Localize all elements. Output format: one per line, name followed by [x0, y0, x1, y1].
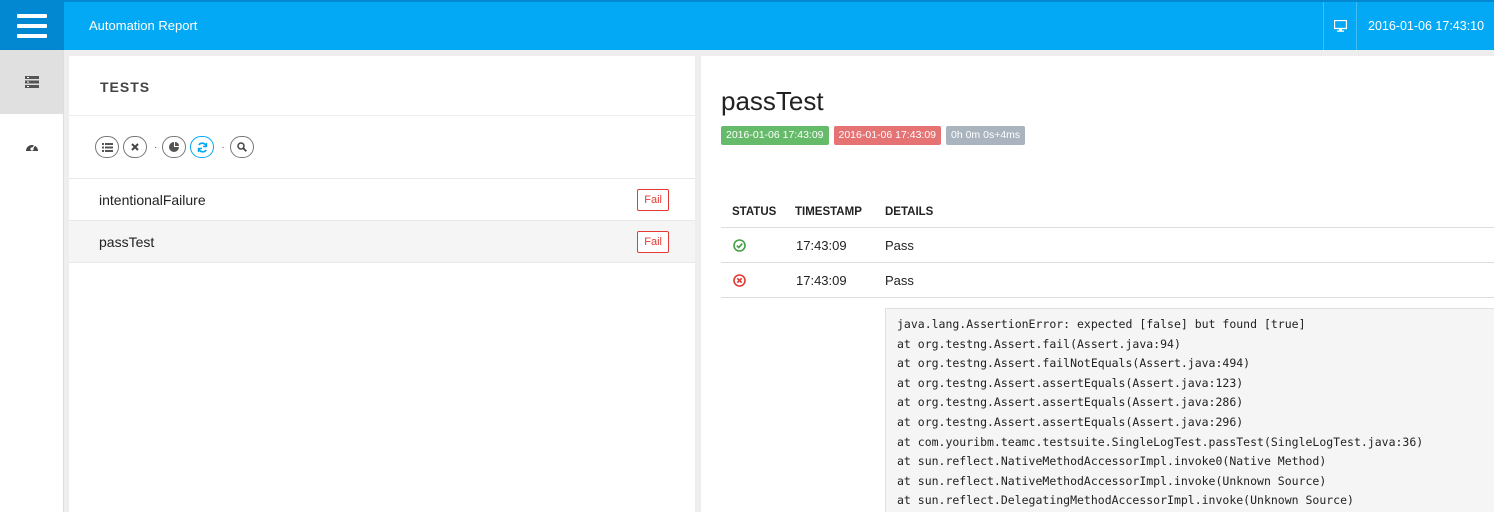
log-timestamp: 17:43:09 — [796, 238, 847, 253]
search-icon — [236, 142, 247, 152]
menu-icon[interactable] — [0, 2, 64, 50]
end-time-label: 2016-01-06 17:43:09 — [833, 126, 941, 145]
log-details: Pass — [885, 238, 914, 253]
log-details: Pass — [885, 273, 914, 288]
stack-trace-line: at org.testng.Assert.assertEquals(Assert… — [897, 414, 1244, 429]
log-table: STATUS TIMESTAMP DETAILS 17:43:09 Pass 1… — [721, 196, 1494, 298]
divider — [721, 297, 885, 298]
test-item[interactable]: passTest Fail — [69, 220, 695, 262]
dashboard-icon — [25, 144, 38, 151]
report-datetime: 2016-01-06 17:43:10 — [1368, 19, 1485, 33]
duration-label: 0h 0m 0s+4ms — [946, 126, 1026, 145]
column-header-timestamp: TIMESTAMP — [795, 206, 862, 218]
check-circle-icon — [733, 239, 746, 252]
test-meta-labels: 2016-01-06 17:43:09 2016-01-06 17:43:09 … — [721, 126, 1030, 145]
stack-trace-line: at sun.reflect.DelegatingMethodAccessorI… — [897, 493, 1354, 508]
divider — [69, 115, 695, 116]
error-circle-icon — [733, 274, 746, 287]
stack-trace-line: java.lang.AssertionError: expected [fals… — [897, 317, 1306, 331]
top-bar: Automation Report 2016-01-06 17:43:10 — [0, 0, 1494, 50]
side-nav — [0, 50, 64, 512]
test-title: passTest — [721, 86, 824, 116]
column-header-details: DETAILS — [885, 206, 934, 218]
log-timestamp: 17:43:09 — [796, 273, 847, 288]
search-button[interactable] — [229, 136, 254, 158]
pie-chart-icon — [169, 142, 180, 152]
stack-trace-line: at org.testng.Assert.fail(Assert.java:94… — [897, 336, 1181, 351]
refresh-button[interactable] — [190, 136, 215, 158]
test-item[interactable]: intentionalFailure Fail — [69, 178, 695, 220]
test-name: passTest — [99, 234, 155, 250]
stack-trace-line: at org.testng.Assert.failNotEquals(Asser… — [897, 356, 1251, 371]
filter-all-button[interactable] — [95, 136, 119, 158]
column-header-status: STATUS — [732, 206, 777, 218]
test-details-panel: passTest 2016-01-06 17:43:09 2016-01-06 … — [701, 56, 1494, 512]
stack-trace-line: at org.testng.Assert.assertEquals(Assert… — [897, 375, 1244, 390]
filter-fail-button[interactable] — [123, 136, 147, 158]
table-header: STATUS TIMESTAMP DETAILS — [721, 196, 1494, 228]
nav-tests[interactable] — [0, 50, 63, 114]
stack-trace-line: at sun.reflect.NativeMethodAccessorImpl.… — [897, 454, 1327, 469]
monitor-icon[interactable] — [1323, 2, 1357, 50]
tests-panel: TESTS · · intentionalFailure Fail passTe… — [69, 56, 695, 512]
nav-dashboard[interactable] — [0, 114, 63, 178]
separator-dot: · — [221, 141, 225, 153]
separator-dot: · — [154, 141, 158, 153]
app-title: Automation Report — [89, 18, 198, 33]
table-row: 17:43:09 Pass — [721, 228, 1494, 263]
filter-toolbar: · · — [95, 136, 258, 158]
status-badge: Fail — [637, 231, 669, 253]
tests-heading: TESTS — [100, 79, 151, 95]
stack-trace-line: at com.youribm.teamc.testsuite.SingleLog… — [897, 434, 1424, 449]
stack-trace-line: at sun.reflect.NativeMethodAccessorImpl.… — [897, 473, 1327, 488]
category-button[interactable] — [162, 136, 187, 158]
stack-trace-line: at org.testng.Assert.assertEquals(Assert… — [897, 395, 1244, 410]
stack-trace: java.lang.AssertionError: expected [fals… — [885, 308, 1494, 512]
table-row: 17:43:09 Pass — [721, 263, 1494, 298]
test-name: intentionalFailure — [99, 192, 206, 208]
start-time-label: 2016-01-06 17:43:09 — [721, 126, 829, 145]
status-badge: Fail — [637, 189, 669, 211]
list-icon — [101, 142, 113, 152]
close-icon — [131, 143, 139, 151]
list-icon — [24, 76, 39, 88]
divider — [69, 262, 695, 263]
refresh-icon — [197, 141, 208, 153]
